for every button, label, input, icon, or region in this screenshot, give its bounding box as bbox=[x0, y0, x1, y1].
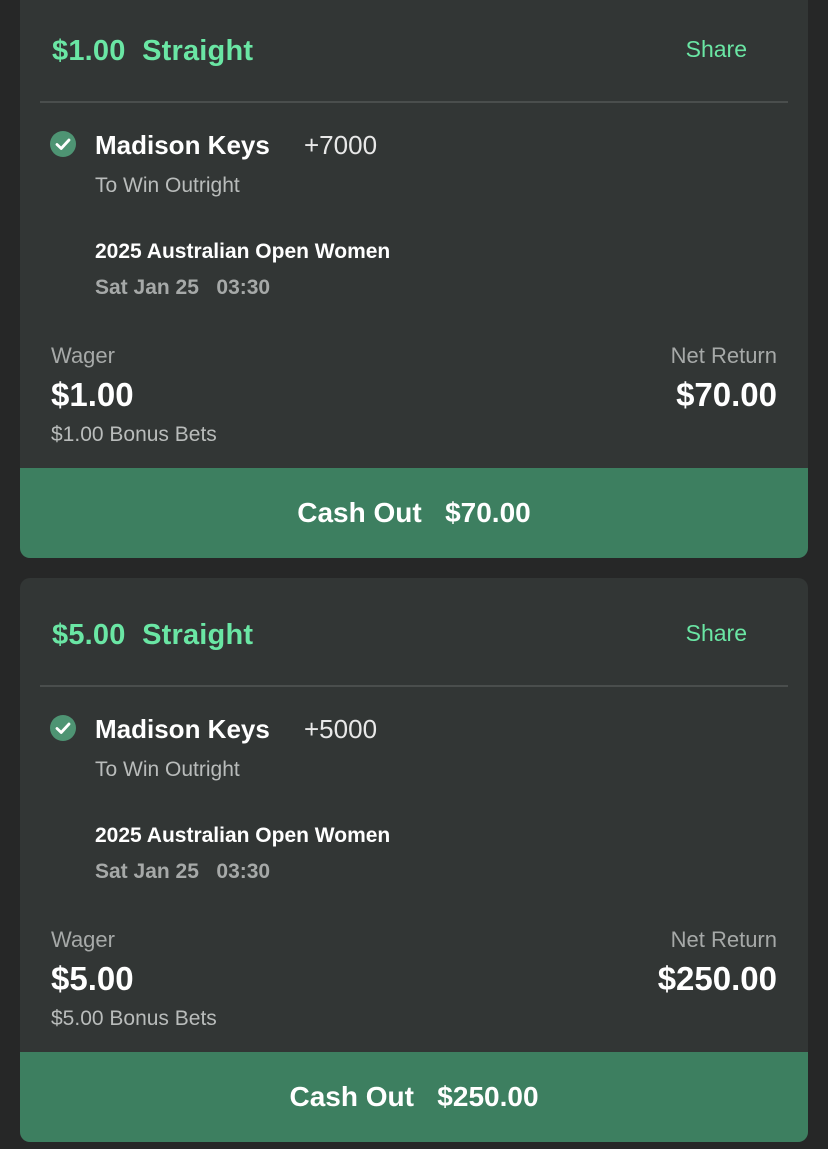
net-return-label: Net Return bbox=[670, 343, 777, 368]
divider bbox=[40, 101, 788, 103]
bet-card: $5.00 Straight Share Madison Keys +5000 … bbox=[20, 578, 808, 1142]
bonus-bets-label: $1.00 Bonus Bets bbox=[51, 423, 217, 446]
cash-out-button[interactable]: Cash Out $250.00 bbox=[20, 1052, 808, 1142]
selection-odds: +5000 bbox=[304, 714, 378, 744]
selection-name: Madison Keys bbox=[95, 130, 270, 160]
cash-out-label: Cash Out bbox=[297, 497, 422, 528]
market-type: To Win Outright bbox=[95, 758, 240, 781]
net-return-label: Net Return bbox=[670, 927, 777, 952]
selection-name: Madison Keys bbox=[95, 714, 270, 744]
bet-title: $5.00 Straight bbox=[52, 619, 254, 651]
event-name: 2025 Australian Open Women bbox=[95, 240, 391, 263]
wager-label: Wager bbox=[51, 343, 115, 368]
cash-out-button[interactable]: Cash Out $70.00 bbox=[20, 468, 808, 558]
selection-odds: +7000 bbox=[304, 130, 378, 160]
event-time: Sat Jan 25 03:30 bbox=[95, 860, 271, 883]
cash-out-label: Cash Out bbox=[289, 1081, 414, 1112]
bet-card: $1.00 Straight Share Madison Keys +7000 … bbox=[20, 0, 808, 558]
wager-label: Wager bbox=[51, 927, 115, 952]
bonus-bets-label: $5.00 Bonus Bets bbox=[51, 1007, 217, 1030]
event-time: Sat Jan 25 03:30 bbox=[95, 276, 271, 299]
check-circle-icon bbox=[50, 131, 76, 157]
bet-title: $1.00 Straight bbox=[52, 35, 254, 67]
share-button[interactable]: Share bbox=[686, 620, 747, 647]
cash-out-amount: $250.00 bbox=[437, 1081, 539, 1112]
divider bbox=[40, 685, 788, 687]
wager-amount: $5.00 bbox=[51, 960, 134, 997]
event-name: 2025 Australian Open Women bbox=[95, 824, 391, 847]
wager-amount: $1.00 bbox=[51, 376, 134, 413]
net-return-amount: $70.00 bbox=[676, 376, 777, 413]
share-button[interactable]: Share bbox=[686, 36, 747, 63]
cash-out-amount: $70.00 bbox=[445, 497, 531, 528]
market-type: To Win Outright bbox=[95, 174, 240, 197]
open-bets-screen: $1.00 Straight Share Madison Keys +7000 … bbox=[0, 0, 828, 1149]
check-circle-icon bbox=[50, 715, 76, 741]
net-return-amount: $250.00 bbox=[657, 960, 777, 997]
